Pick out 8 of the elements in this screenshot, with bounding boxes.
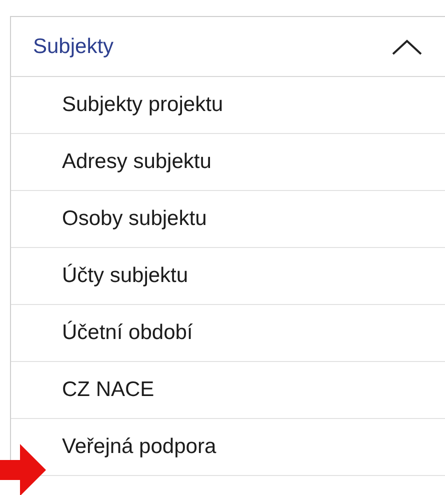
menu-item[interactable]: Osoby subjektu	[11, 191, 445, 248]
menu-item[interactable]: Adresy subjektu	[11, 134, 445, 191]
menu-item[interactable]: Subjekty projektu	[11, 77, 445, 134]
arrow-icon	[0, 444, 46, 495]
chevron-up-icon	[391, 38, 423, 56]
menu-item[interactable]: Účetní období	[11, 305, 445, 362]
menu-item[interactable]: CZ NACE	[11, 362, 445, 419]
menu-item[interactable]: Účty subjektu	[11, 248, 445, 305]
